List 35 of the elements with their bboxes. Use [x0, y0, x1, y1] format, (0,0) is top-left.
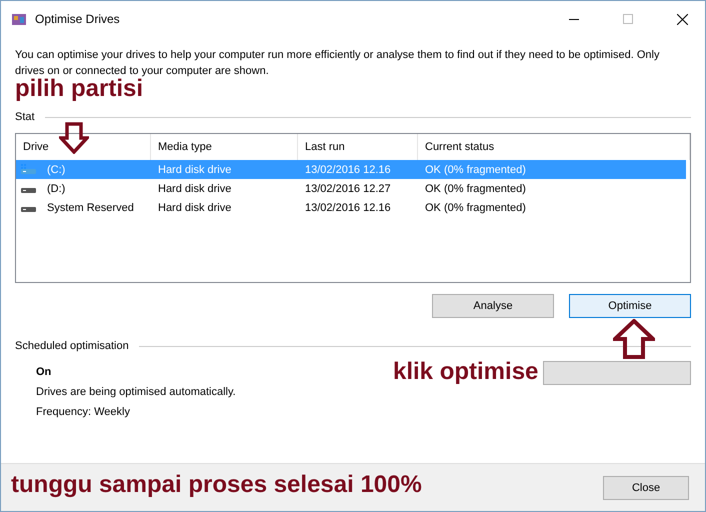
close-button[interactable]: Close — [603, 476, 689, 500]
table-cell-text: 13/02/2016 12.16 — [304, 202, 392, 214]
section-label: Stat — [15, 111, 35, 123]
section-label: Scheduled optimisation — [15, 340, 129, 352]
drive-row[interactable]: (D:) Hard disk drive 13/02/2016 12.27 OK (0% fragmented) — [16, 179, 686, 198]
close-icon — [676, 14, 688, 24]
window-title: Optimise Drives — [35, 12, 121, 26]
table-cell-text: Hard disk drive — [157, 182, 232, 194]
table-cell-text: (D:) — [46, 182, 66, 194]
annotation-text: pilih partisi — [15, 77, 144, 101]
schedule-state: On — [36, 366, 52, 378]
table-cell-text: 13/02/2016 12.27 — [304, 182, 392, 194]
app-icon — [11, 11, 27, 27]
maximize-icon — [623, 14, 633, 24]
table-cell-text: OK (0% fragmented) — [424, 202, 527, 214]
change-settings-button[interactable] — [543, 361, 691, 385]
annotation-text: klik optimise — [393, 360, 538, 384]
table-cell-text: Hard disk drive — [157, 202, 232, 214]
description-text: You can optimise your drives to help your computer run more efficiently or analyse them to find out if they need to be optimised. Only drives on or connected to your computer are shown. — [15, 48, 660, 78]
drive-row[interactable]: System Reserved Hard disk drive 13/02/2016 12.16 OK (0% fragmented) — [16, 198, 686, 217]
up-arrow-icon — [613, 319, 655, 359]
table-cell-text: (C:) — [46, 164, 66, 176]
drive-icon — [21, 164, 36, 175]
table-cell-text: 13/02/2016 12.16 — [304, 164, 392, 176]
down-arrow-icon — [59, 122, 89, 154]
table-cell-text: OK (0% fragmented) — [424, 164, 527, 176]
minimize-icon — [569, 18, 579, 20]
table-cell-text: OK (0% fragmented) — [424, 182, 527, 194]
action-button[interactable]: Analyse — [432, 294, 554, 318]
table-cell-text: System Reserved — [46, 202, 134, 214]
annotation-text: tunggu sampai proses selesai 100% — [11, 473, 422, 497]
table-cell-text: Hard disk drive — [157, 164, 232, 176]
schedule-frequency: Frequency: Weekly — [36, 406, 130, 418]
schedule-description: Drives are being optimised automatically. — [36, 386, 236, 398]
action-button[interactable]: Optimise — [569, 294, 691, 318]
